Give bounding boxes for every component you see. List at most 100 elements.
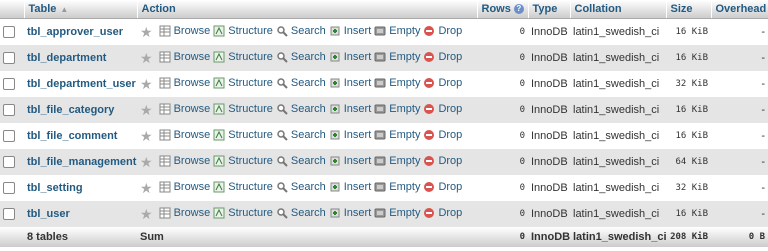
empty-action[interactable]: Empty [374,207,420,219]
empty-action[interactable]: Empty [374,129,420,141]
table-row: tbl_file_comment ★ Browse Structure Search In… [0,123,768,149]
drop-action[interactable]: Drop [423,207,462,219]
structure-action[interactable]: Structure [213,155,273,167]
search-action[interactable]: Search [276,51,326,63]
row-checkbox[interactable] [3,78,15,91]
drop-action[interactable]: Drop [423,155,462,167]
structure-action[interactable]: Structure [213,129,273,141]
row-checkbox[interactable] [3,208,15,221]
table-row: tbl_setting ★ Browse Structure Search Insert E… [0,175,768,201]
favorite-star-icon[interactable]: ★ [140,154,153,170]
col-table[interactable]: Table ▲ [24,0,138,19]
browse-action[interactable]: Browse [159,103,210,115]
col-size[interactable]: Size [666,0,712,19]
browse-action[interactable]: Browse [159,181,210,193]
favorite-star-icon[interactable]: ★ [140,50,153,66]
browse-action[interactable]: Browse [159,25,210,37]
drop-action[interactable]: Drop [423,77,462,89]
table-name-link[interactable]: tbl_user [27,208,70,220]
browse-action[interactable]: Browse [159,129,210,141]
table-name-link[interactable]: tbl_file_management [27,156,136,168]
favorite-star-icon[interactable]: ★ [140,24,153,40]
favorite-star-icon[interactable]: ★ [140,128,153,144]
structure-action[interactable]: Structure [213,77,273,89]
search-action[interactable]: Search [276,103,326,115]
table-name-link[interactable]: tbl_department [27,52,106,64]
browse-label: Browse [173,76,211,89]
table-size: 32 KiB [666,71,711,97]
empty-action[interactable]: Empty [374,51,420,63]
structure-action[interactable]: Structure [213,207,273,219]
search-action[interactable]: Search [276,207,326,219]
search-action[interactable]: Search [276,77,326,89]
collation: latin1_swedish_ci [570,45,666,71]
row-checkbox[interactable] [3,130,15,143]
insert-action[interactable]: Insert [329,25,371,37]
empty-action[interactable]: Empty [374,25,420,37]
browse-action[interactable]: Browse [159,155,210,167]
favorite-star-icon[interactable]: ★ [140,180,153,196]
structure-action[interactable]: Structure [213,51,273,63]
table-name-link[interactable]: tbl_approver_user [27,26,123,38]
table-name-link[interactable]: tbl_file_comment [27,130,117,142]
favorite-star-icon[interactable]: ★ [140,206,153,222]
drop-action[interactable]: Drop [423,51,462,63]
row-checkbox-cell [0,71,24,97]
search-icon [277,51,288,63]
browse-action[interactable]: Browse [159,76,211,89]
search-action[interactable]: Search [276,129,326,141]
search-label: Search [290,154,326,167]
empty-action[interactable]: Empty [374,103,420,115]
engine-type: InnoDB [528,97,570,123]
help-icon[interactable]: ? [513,4,524,15]
favorite-star-icon[interactable]: ★ [140,76,153,92]
empty-action[interactable]: Empty [374,155,420,167]
search-action[interactable]: Search [276,181,326,193]
empty-label: Empty [389,180,421,193]
drop-action[interactable]: Drop [423,25,462,37]
insert-action[interactable]: Insert [329,77,371,89]
table-name-link[interactable]: tbl_file_category [27,104,114,116]
drop-icon [424,181,435,192]
structure-action[interactable]: Structure [213,25,273,37]
insert-action[interactable]: Insert [329,154,372,167]
structure-action[interactable]: Structure [213,103,273,115]
row-checkbox[interactable] [3,156,15,169]
col-overhead[interactable]: Overhead [711,0,768,19]
table-name-link[interactable]: tbl_setting [27,182,83,194]
insert-action[interactable]: Insert [329,103,371,115]
insert-label: Insert [343,154,372,167]
browse-action[interactable]: Browse [159,207,210,219]
insert-label: Insert [343,50,372,63]
col-rows[interactable]: Rows? [477,0,529,19]
insert-label: Insert [343,128,372,141]
sum-size: 208 KiB [666,227,711,247]
favorite-star-icon[interactable]: ★ [140,102,153,118]
row-checkbox[interactable] [3,182,15,195]
search-action[interactable]: Search [276,155,326,167]
browse-icon [159,181,171,192]
overhead: - [711,175,768,201]
insert-action[interactable]: Insert [329,181,371,193]
insert-action[interactable]: Insert [329,207,371,219]
browse-action[interactable]: Browse [159,51,210,63]
search-action[interactable]: Search [276,25,326,37]
drop-icon [424,129,435,140]
drop-action[interactable]: Drop [423,181,462,193]
col-type[interactable]: Type [528,0,571,19]
table-name-link[interactable]: tbl_department_user [27,78,136,90]
row-count: 0 [477,175,528,201]
insert-action[interactable]: Insert [329,50,372,63]
row-checkbox[interactable] [3,52,15,65]
empty-action[interactable]: Empty [374,181,420,193]
structure-action[interactable]: Structure [213,181,273,193]
drop-action[interactable]: Drop [423,103,462,115]
insert-action[interactable]: Insert [329,128,372,141]
overhead: - [711,97,768,123]
empty-action[interactable]: Empty [374,77,420,89]
structure-icon [213,155,225,166]
drop-action[interactable]: Drop [423,129,462,141]
col-collation[interactable]: Collation [570,0,667,19]
row-checkbox[interactable] [3,104,15,117]
row-checkbox[interactable] [3,26,15,39]
